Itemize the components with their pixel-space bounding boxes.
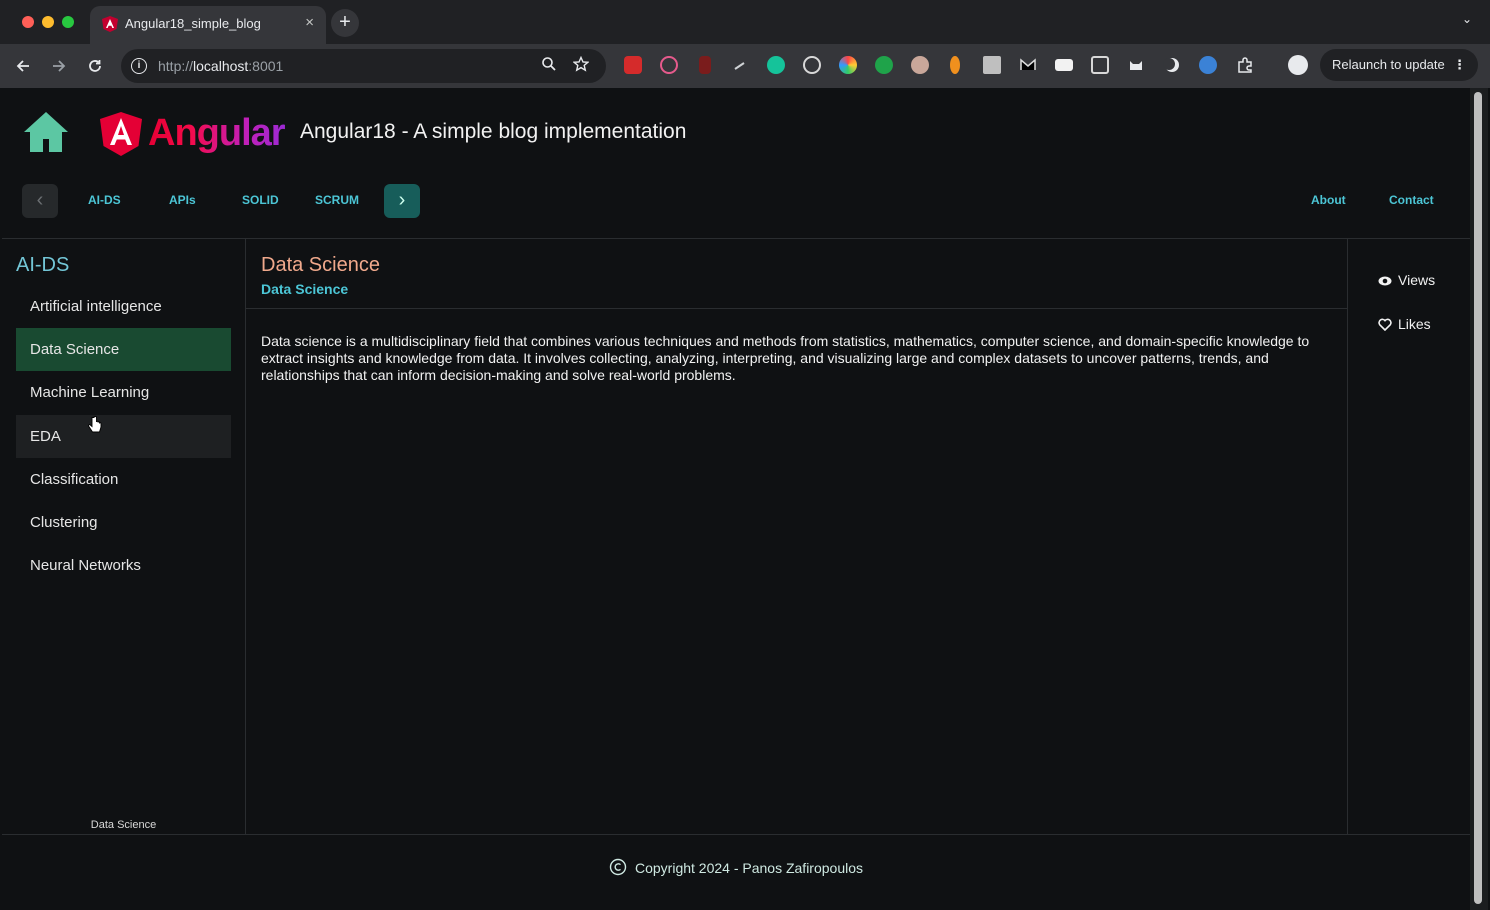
scrollbar-thumb[interactable] [1474, 92, 1482, 904]
angular-shield-icon [100, 112, 142, 156]
angular-logo-text: Angular [148, 112, 286, 154]
markdown-extension-icon[interactable] [1055, 59, 1073, 71]
home-icon[interactable] [22, 108, 70, 156]
site-title: Angular18 - A simple blog implementation [300, 120, 687, 143]
browser-menu-icon[interactable]: ⋮ [1453, 49, 1466, 81]
reload-icon[interactable] [82, 53, 108, 79]
eyes-extension-icon[interactable] [911, 56, 929, 74]
m-logo-extension-icon[interactable] [1019, 56, 1037, 74]
cloud-extension-icon[interactable] [1199, 56, 1217, 74]
forward-arrow-icon[interactable] [46, 53, 72, 79]
circle-extension-icon[interactable] [660, 56, 678, 74]
tab-search-chevron-icon[interactable]: ⌄ [1462, 12, 1472, 26]
new-tab-button[interactable]: + [331, 9, 359, 37]
url-text[interactable]: http://localhost:8001 [158, 58, 283, 74]
likes-label: Likes [1398, 316, 1431, 332]
copyright-icon [609, 858, 627, 876]
grammarly-extension-icon[interactable] [767, 56, 785, 74]
right-panel-divider [1347, 238, 1348, 834]
content-title: Data Science [261, 254, 380, 276]
angular-favicon-icon [102, 16, 118, 32]
sidebar-item-data-science[interactable]: Data Science [16, 328, 231, 371]
bookmark-star-icon[interactable] [572, 55, 590, 76]
top-navbar: ‹ AI-DS APIs SOLID SCRUM › About Contact [2, 178, 1470, 228]
adblock-extension-icon[interactable] [624, 56, 642, 74]
tab-close-icon[interactable]: × [305, 14, 314, 31]
sidebar-footer-label: Data Science [90, 819, 157, 831]
nav-prev-button[interactable]: ‹ [22, 184, 58, 218]
relaunch-label: Relaunch to update [1332, 57, 1445, 72]
heart-icon [1378, 318, 1392, 332]
nav-link-solid[interactable]: SOLID [242, 193, 279, 207]
close-window-button[interactable] [22, 16, 34, 28]
views-label: Views [1398, 272, 1436, 288]
green-extension-icon[interactable] [875, 56, 893, 74]
sidebar-title: AI-DS [16, 254, 70, 276]
eye-icon [1378, 276, 1392, 286]
nav-link-scrum[interactable]: SCRUM [315, 193, 359, 207]
profile-avatar[interactable] [1288, 55, 1308, 75]
sidebar-item-classification[interactable]: Classification [16, 458, 231, 501]
puzzle-extensions-icon[interactable] [1236, 56, 1254, 74]
sidebar-divider [245, 238, 246, 834]
relaunch-to-update-button[interactable]: Relaunch to update ⋮ [1320, 49, 1478, 81]
footer-divider [2, 834, 1470, 835]
color-extension-icon[interactable] [839, 56, 857, 74]
content-subtitle: Data Science [261, 281, 349, 297]
back-arrow-icon[interactable] [10, 53, 36, 79]
page-viewport: Angular Angular18 - A simple blog implem… [2, 88, 1470, 908]
likes-button[interactable]: Likes [1378, 316, 1431, 332]
angular-logo[interactable]: Angular [98, 110, 286, 158]
pen-extension-icon[interactable] [732, 56, 750, 74]
sidebar-item-machine-learning[interactable]: Machine Learning [16, 371, 231, 414]
maximize-window-button[interactable] [62, 16, 74, 28]
tab-title: Angular18_simple_blog [125, 16, 261, 31]
sidebar-item-neural-networks[interactable]: Neural Networks [16, 544, 231, 587]
nav-next-button[interactable]: › [384, 184, 420, 218]
minimize-window-button[interactable] [42, 16, 54, 28]
sidebar-item-artificial-intelligence[interactable]: Artificial intelligence [16, 285, 231, 328]
browser-tab[interactable]: Angular18_simple_blog × [90, 6, 326, 44]
nav-link-apis[interactable]: APIs [169, 193, 196, 207]
views-button[interactable]: Views [1378, 272, 1435, 288]
wire-extension-icon[interactable] [803, 56, 821, 74]
cat-extension-icon[interactable] [1127, 56, 1145, 74]
nav-link-contact[interactable]: Contact [1389, 193, 1434, 207]
nav-link-about[interactable]: About [1311, 193, 1346, 207]
browser-tabbar: Angular18_simple_blog × + ⌄ [0, 0, 1490, 44]
pdf-extension-icon[interactable] [699, 56, 711, 74]
content-body: Data science is a multidisciplinary fiel… [261, 333, 1310, 383]
site-info-icon[interactable]: i [131, 58, 147, 74]
reader-extension-icon[interactable] [1091, 56, 1109, 74]
moon-extension-icon[interactable] [1163, 56, 1181, 74]
sidebar-item-clustering[interactable]: Clustering [16, 501, 231, 544]
address-bar[interactable]: i http://localhost:8001 [121, 49, 606, 83]
zoom-icon[interactable] [541, 56, 557, 76]
sidebar-item-eda[interactable]: EDA [16, 415, 231, 458]
page-footer: Copyright 2024 - Panos Zafiropoulos [2, 858, 1470, 876]
drop-extension-icon[interactable] [950, 56, 960, 74]
content-header-divider [246, 308, 1347, 309]
hand-cursor-icon [88, 416, 102, 433]
page-scrollbar[interactable] [1470, 88, 1488, 910]
nav-link-ai-ds[interactable]: AI-DS [88, 193, 121, 207]
image-extension-icon[interactable] [983, 56, 1001, 74]
copyright-text: Copyright 2024 - Panos Zafiropoulos [634, 860, 864, 876]
header-divider [2, 238, 1470, 239]
